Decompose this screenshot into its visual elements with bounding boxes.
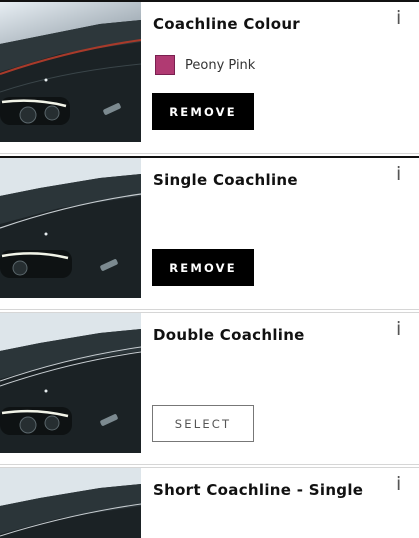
- option-card-double-coachline: Double Coachline i SELECT: [0, 312, 419, 454]
- option-card-coachline-colour: Coachline Colour i Peony Pink REMOVE: [0, 0, 419, 142]
- colour-swatch-label: Peony Pink: [185, 57, 256, 73]
- option-card-single-coachline: Single Coachline i REMOVE: [0, 156, 419, 298]
- option-title: Single Coachline: [153, 171, 298, 189]
- info-icon[interactable]: i: [396, 474, 401, 494]
- option-card-short-coachline-single: Short Coachline - Single i: [0, 467, 419, 538]
- info-icon[interactable]: i: [396, 319, 401, 339]
- remove-button[interactable]: REMOVE: [152, 249, 254, 286]
- colour-swatch: [155, 55, 175, 75]
- colour-swatch-row: Peony Pink: [155, 55, 255, 75]
- remove-button[interactable]: REMOVE: [152, 93, 254, 130]
- car-thumbnail: [0, 158, 141, 298]
- divider: [0, 464, 419, 465]
- option-title: Double Coachline: [153, 326, 305, 344]
- select-button[interactable]: SELECT: [152, 405, 254, 442]
- option-title: Short Coachline - Single: [153, 481, 364, 499]
- car-thumbnail: [0, 2, 141, 142]
- info-icon[interactable]: i: [396, 164, 401, 184]
- option-title: Coachline Colour: [153, 15, 300, 33]
- divider: [0, 153, 419, 154]
- info-icon[interactable]: i: [396, 8, 401, 28]
- divider: [0, 309, 419, 310]
- car-thumbnail: [0, 468, 141, 538]
- car-thumbnail: [0, 313, 141, 453]
